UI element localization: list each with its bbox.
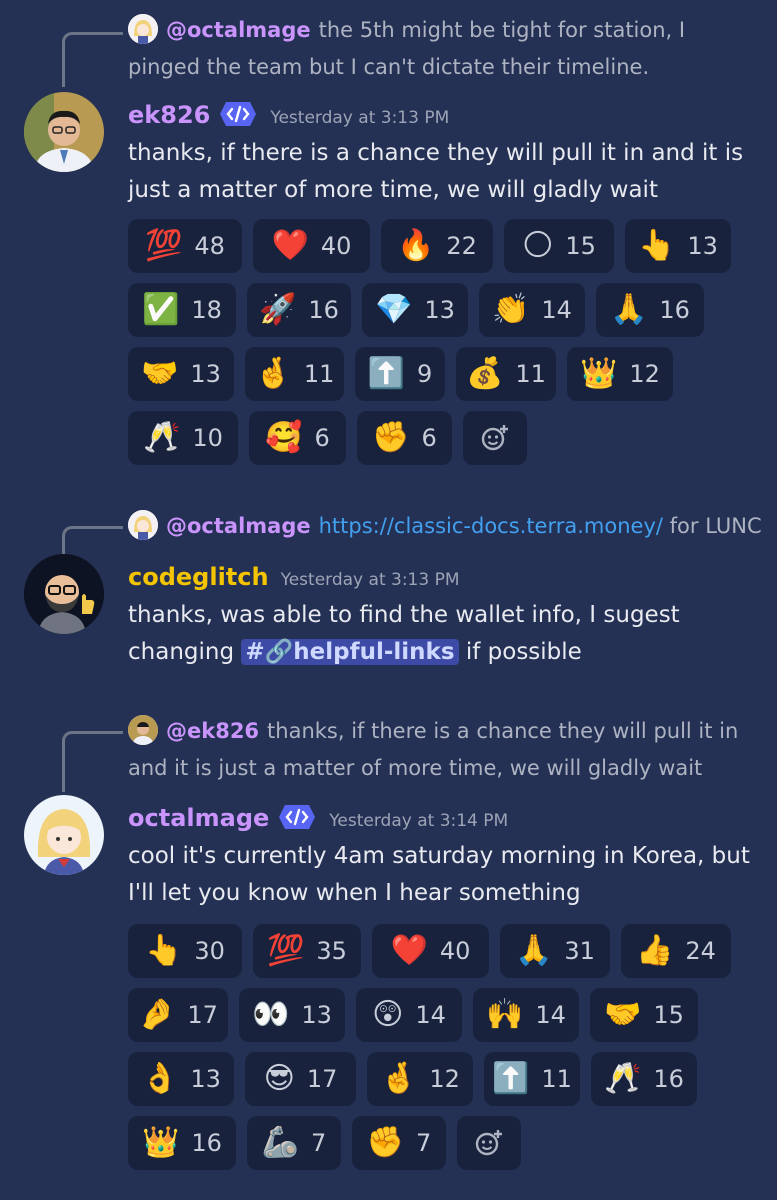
message-header: octalmage Yesterday at 3:14 PM xyxy=(128,798,757,838)
add-reaction-button[interactable] xyxy=(457,1116,521,1170)
reaction-chip[interactable]: 😎 17 xyxy=(245,1052,356,1106)
octalmage-avatar[interactable] xyxy=(24,795,104,875)
message-text-part2: if possible xyxy=(465,639,582,665)
reaction-chip[interactable]: 🥂 16 xyxy=(591,1052,697,1106)
reply-mention[interactable]: @octalmage xyxy=(166,18,311,42)
reaction-chip[interactable]: ✊ 7 xyxy=(352,1116,446,1170)
reaction-chip[interactable]: 👆 30 xyxy=(128,924,242,978)
author-name[interactable]: ek826 xyxy=(128,101,210,129)
reply-connector xyxy=(62,731,123,792)
reaction-chip[interactable]: 😲 14 xyxy=(356,988,462,1042)
reaction-chip[interactable]: ✅ 18 xyxy=(128,283,236,337)
reaction-chip[interactable]: 💎 13 xyxy=(362,283,468,337)
reactions: 👆 30 💯 35 ❤️ 40 🙏 31 👍 24 🤌 17 👀 13 😲 14 🙌 14 🤝 15… xyxy=(128,924,737,1180)
reaction-chip[interactable]: ❤️ 40 xyxy=(372,924,489,978)
developer-badge-icon xyxy=(279,805,316,829)
reaction-chip[interactable]: 👑 12 xyxy=(567,347,673,401)
timestamp: Yesterday at 3:14 PM xyxy=(329,811,509,831)
reaction-chip[interactable]: ⬆️ 9 xyxy=(355,347,445,401)
message-text: thanks, if there is a chance they will p… xyxy=(128,140,744,203)
ek826-avatar[interactable] xyxy=(24,92,104,172)
add-reaction-icon xyxy=(475,1130,502,1156)
reaction-chip[interactable]: 🌕 15 xyxy=(504,219,614,273)
reaction-chip[interactable]: 👑 16 xyxy=(128,1116,236,1170)
developer-badge-icon xyxy=(220,102,257,126)
reaction-chip[interactable]: 🤝 13 xyxy=(128,347,234,401)
timestamp: Yesterday at 3:13 PM xyxy=(270,108,450,128)
reaction-chip[interactable]: ✊ 6 xyxy=(357,411,452,465)
reaction-chip[interactable]: 👆 13 xyxy=(625,219,731,273)
reaction-chip[interactable]: ❤️ 40 xyxy=(253,219,370,273)
reply-preview[interactable]: @octalmage the 5th might be tight for sta… xyxy=(128,12,757,86)
reply-preview[interactable]: @ek826 thanks, if there is a chance they … xyxy=(128,713,757,787)
reply-connector xyxy=(62,32,123,87)
reaction-chip[interactable]: 🥰 6 xyxy=(249,411,346,465)
reaction-chip[interactable]: ⬆️ 11 xyxy=(484,1052,580,1106)
octalmage-mini-avatar xyxy=(128,14,158,44)
reaction-chip[interactable]: 👀 13 xyxy=(239,988,345,1042)
reaction-chip[interactable]: 🤞 11 xyxy=(245,347,344,401)
author-name[interactable]: codeglitch xyxy=(128,563,269,591)
reaction-chip[interactable]: 🦾 7 xyxy=(247,1116,341,1170)
reaction-chip[interactable]: 🤝 15 xyxy=(590,988,698,1042)
octalmage-mini-avatar xyxy=(128,510,158,540)
reply-mention[interactable]: @octalmage xyxy=(166,514,311,538)
reply-mention[interactable]: @ek826 xyxy=(166,719,259,743)
timestamp: Yesterday at 3:13 PM xyxy=(280,570,460,590)
author-name[interactable]: octalmage xyxy=(128,804,269,832)
message-header: ek826 Yesterday at 3:13 PM xyxy=(128,95,757,135)
reply-text: for LUNC xyxy=(669,514,762,538)
reaction-chip[interactable]: 👏 14 xyxy=(479,283,585,337)
codeglitch-avatar[interactable] xyxy=(24,554,104,634)
reaction-chip[interactable]: 👌 13 xyxy=(128,1052,234,1106)
reaction-chip[interactable]: 🔥 22 xyxy=(381,219,493,273)
reaction-chip[interactable]: 💰 11 xyxy=(456,347,556,401)
reaction-chip[interactable]: 🤞 12 xyxy=(367,1052,473,1106)
add-reaction-icon xyxy=(481,425,508,451)
reaction-chip[interactable]: 💯 35 xyxy=(253,924,361,978)
reaction-chip[interactable]: 🙌 14 xyxy=(473,988,579,1042)
reactions: 💯 48 ❤️ 40 🔥 22 🌕 15 👆 13 ✅ 18 🚀 16 💎 13 👏 14 🙏 16… xyxy=(128,219,737,475)
channel-mention[interactable]: #🔗helpful-links xyxy=(241,639,459,665)
reaction-chip[interactable]: 💯 48 xyxy=(128,219,242,273)
reaction-chip[interactable]: 👍 24 xyxy=(621,924,731,978)
reply-link[interactable]: https://classic-docs.terra.money/ xyxy=(319,514,663,538)
message-text: cool it's currently 4am saturday morning… xyxy=(128,843,750,906)
message-text: thanks, was able to find the wallet info… xyxy=(128,597,757,671)
reaction-chip[interactable]: 🤌 17 xyxy=(128,988,228,1042)
message-header: codeglitch Yesterday at 3:13 PM xyxy=(128,557,757,597)
ek826-mini-avatar xyxy=(128,715,158,745)
add-reaction-button[interactable] xyxy=(463,411,527,465)
reply-preview[interactable]: @octalmage https://classic-docs.terra.mon… xyxy=(128,508,762,545)
reaction-chip[interactable]: 🙏 31 xyxy=(500,924,610,978)
reaction-chip[interactable]: 🚀 16 xyxy=(247,283,351,337)
reaction-chip[interactable]: 🥂 10 xyxy=(128,411,238,465)
reaction-chip[interactable]: 🙏 16 xyxy=(596,283,704,337)
